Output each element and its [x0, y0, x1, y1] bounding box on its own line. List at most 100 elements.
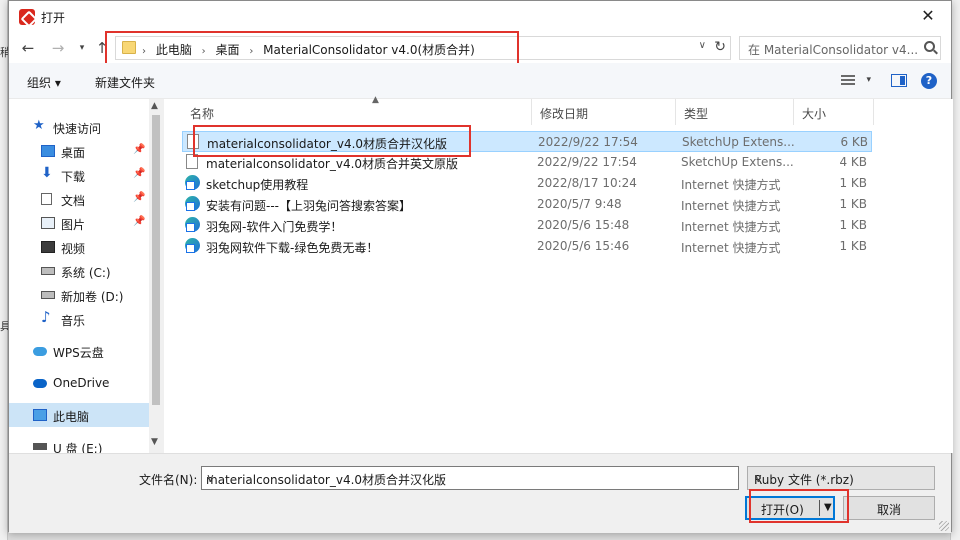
file-date: 2020/5/6 15:46: [537, 239, 630, 253]
file-size: 6 KB: [840, 135, 868, 149]
download-icon: ⬇: [41, 165, 53, 181]
sidebar-item-onedrive[interactable]: OneDrive: [9, 371, 149, 395]
window-title: 打开: [41, 11, 66, 25]
filetype-select[interactable]: Ruby 文件 (*.rbz) ∨: [747, 466, 935, 490]
filename-dropdown-chevron-icon[interactable]: ∨: [206, 471, 734, 485]
sidebar-item-drive-d[interactable]: 新加卷 (D:): [9, 283, 149, 307]
sidebar-item-label: 音乐: [61, 314, 86, 328]
column-header-size[interactable]: 大小: [794, 99, 874, 125]
sidebar-item-label: 下载: [61, 170, 86, 184]
column-header-label: 修改日期: [540, 107, 589, 121]
new-folder-button[interactable]: 新建文件夹: [95, 74, 155, 91]
pin-icon[interactable]: 📌: [133, 168, 145, 179]
sidebar-item-documents[interactable]: 文档 📌: [9, 187, 149, 211]
file-size: 1 KB: [839, 218, 867, 232]
forward-arrow-icon[interactable]: →: [47, 37, 69, 59]
cancel-button-label: 取消: [876, 503, 901, 517]
organize-menu[interactable]: 组织 ▾: [27, 74, 61, 91]
scroll-down-icon[interactable]: ▼: [151, 437, 158, 447]
help-icon[interactable]: ?: [921, 73, 937, 89]
file-date: 2020/5/6 15:48: [537, 218, 630, 232]
drive-icon: [41, 267, 55, 275]
search-icon[interactable]: [924, 41, 935, 52]
selected-file-annotation-highlight: [193, 125, 471, 157]
desktop-icon: [41, 145, 55, 157]
file-date: 2022/9/22 17:54: [538, 135, 638, 149]
file-name: materialconsolidator_v4.0材质合并英文原版: [206, 157, 459, 171]
sketchup-app-icon: [19, 9, 35, 25]
refresh-icon[interactable]: ↻: [714, 39, 726, 55]
file-row[interactable]: 羽兔网软件下载-绿色免费无毒！ 2020/5/6 15:46 Internet …: [182, 236, 872, 257]
title-bar: 打开 ✕: [9, 1, 951, 33]
search-input[interactable]: 在 MaterialConsolidator v4...: [739, 36, 941, 60]
column-header-label: 名称: [190, 107, 215, 121]
file-name: 羽兔网软件下载-绿色免费无毒！: [206, 241, 379, 255]
column-header-label: 类型: [684, 107, 709, 121]
sort-ascending-icon: ▲: [372, 95, 379, 105]
view-chevron-down-icon[interactable]: ▾: [866, 75, 871, 85]
file-type: Internet 快捷方式: [681, 178, 781, 192]
back-arrow-icon[interactable]: ←: [17, 37, 39, 59]
file-type: SketchUp Extens...: [681, 155, 794, 169]
sidebar-item-label: 此电脑: [53, 410, 90, 424]
sidebar-item-music[interactable]: ♪ 音乐: [9, 307, 149, 331]
sidebar-item-downloads[interactable]: ⬇ 下载 📌: [9, 163, 149, 187]
sidebar-item-videos[interactable]: 视频: [9, 235, 149, 259]
preview-pane-icon[interactable]: [891, 74, 907, 87]
pin-icon[interactable]: 📌: [133, 144, 145, 155]
document-icon: [41, 193, 52, 205]
sidebar-scrollbar[interactable]: ▲ ▼: [149, 99, 163, 453]
file-name: 安装有问题---【上羽兔问答搜索答案】: [206, 199, 411, 213]
close-button[interactable]: ✕: [905, 1, 951, 33]
file-size: 1 KB: [839, 197, 867, 211]
file-row[interactable]: 安装有问题---【上羽兔问答搜索答案】 2020/5/7 9:48 Intern…: [182, 194, 872, 215]
file-type: Internet 快捷方式: [681, 220, 781, 234]
sidebar-item-pictures[interactable]: 图片 📌: [9, 211, 149, 235]
column-header-name[interactable]: 名称 ▲: [182, 95, 532, 125]
scroll-up-icon[interactable]: ▲: [151, 101, 158, 111]
sidebar-item-desktop[interactable]: 桌面 📌: [9, 139, 149, 163]
column-header-type[interactable]: 类型: [676, 99, 794, 125]
background-window-left: 稍 具: [0, 0, 11, 540]
sidebar-item-label: 桌面: [61, 146, 86, 160]
web-shortcut-icon: [185, 175, 200, 190]
sidebar-item-label: 快速访问: [53, 122, 102, 136]
web-shortcut-icon: [185, 217, 200, 232]
resize-grip-icon[interactable]: [939, 521, 949, 531]
sidebar-item-quick-access[interactable]: ★ 快速访问: [9, 115, 149, 139]
filename-label: 文件名(N):: [139, 473, 198, 487]
music-icon: ♪: [41, 308, 51, 326]
filename-input[interactable]: materialconsolidator_v4.0材质合并汉化版 ∨: [201, 466, 739, 490]
pin-icon[interactable]: 📌: [133, 192, 145, 203]
sidebar-item-label: WPS云盘: [53, 346, 104, 360]
column-header-label: 大小: [802, 107, 827, 121]
scrollbar-thumb[interactable]: [152, 115, 160, 405]
open-button-annotation-highlight: [749, 489, 849, 523]
sidebar-item-label: 系统 (C:): [61, 266, 111, 280]
sidebar-item-label: OneDrive: [53, 376, 110, 390]
file-name: 羽兔网-软件入门免费学！: [206, 220, 343, 234]
file-name: sketchup使用教程: [206, 178, 309, 192]
cancel-button[interactable]: 取消: [843, 496, 935, 520]
sidebar-item-usb-e[interactable]: U 盘 (E:): [9, 435, 149, 456]
star-icon: ★: [33, 118, 45, 133]
chevron-down-icon[interactable]: ∨: [754, 471, 928, 485]
sidebar-item-wps-cloud[interactable]: WPS云盘: [9, 339, 149, 363]
file-type: Internet 快捷方式: [681, 241, 781, 255]
column-header-date[interactable]: 修改日期: [532, 99, 676, 125]
onedrive-icon: [33, 379, 47, 388]
pin-icon[interactable]: 📌: [133, 216, 145, 227]
file-size: 4 KB: [839, 155, 867, 169]
sidebar-item-drive-c[interactable]: 系统 (C:): [9, 259, 149, 283]
recent-locations-chevron-icon[interactable]: ▾: [71, 37, 93, 59]
file-row[interactable]: sketchup使用教程 2022/8/17 10:24 Internet 快捷…: [182, 173, 872, 194]
file-date: 2022/9/22 17:54: [537, 155, 637, 169]
file-date: 2022/8/17 10:24: [537, 176, 637, 190]
sidebar-item-label: 文档: [61, 194, 86, 208]
view-options-icon[interactable]: [841, 75, 855, 86]
computer-icon: [33, 409, 47, 421]
address-dropdown-chevron-icon[interactable]: ∨: [699, 40, 706, 51]
web-shortcut-icon: [185, 238, 200, 253]
file-row[interactable]: 羽兔网-软件入门免费学！ 2020/5/6 15:48 Internet 快捷方…: [182, 215, 872, 236]
sidebar-item-this-pc[interactable]: 此电脑: [9, 403, 149, 427]
